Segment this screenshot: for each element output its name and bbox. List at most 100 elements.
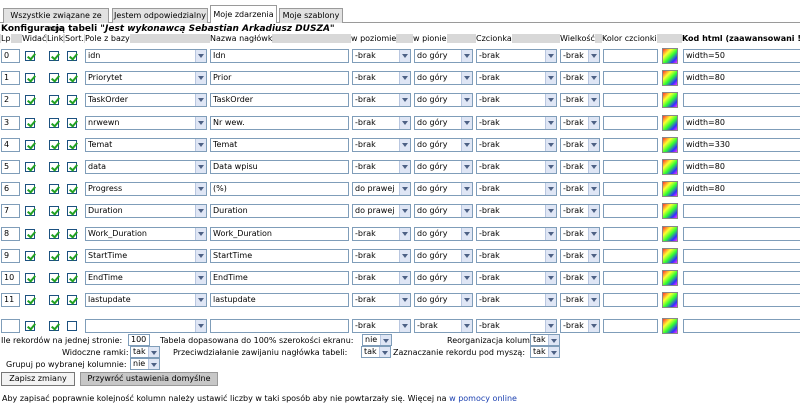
halign-select[interactable]: -brak (352, 93, 411, 107)
sort-checkbox[interactable] (67, 162, 77, 172)
size-select[interactable]: -brak (560, 71, 600, 85)
halign-select[interactable]: -brak (352, 293, 411, 307)
halign-select[interactable]: -brak (352, 249, 411, 263)
size-select[interactable]: -brak (560, 249, 600, 263)
save-button[interactable]: Zapisz zmiany (1, 372, 75, 386)
font-select[interactable]: -brak (476, 49, 557, 63)
font-select[interactable]: -brak (476, 249, 557, 263)
link-checkbox[interactable] (49, 95, 59, 105)
restore-defaults-button[interactable]: Przywróć ustawienia domyślne (80, 372, 218, 386)
sort-checkbox[interactable] (67, 95, 77, 105)
html-code-input[interactable] (683, 204, 800, 218)
font-select[interactable]: -brak (476, 204, 557, 218)
halign-select[interactable]: -brak (352, 319, 411, 333)
sort-checkbox[interactable] (67, 295, 77, 305)
size-select[interactable]: -brak (560, 116, 600, 130)
color-picker-icon[interactable] (662, 203, 678, 219)
font-select[interactable]: -brak (476, 271, 557, 285)
html-code-input[interactable] (683, 93, 800, 107)
html-code-input[interactable] (683, 271, 800, 285)
color-picker-icon[interactable] (662, 318, 678, 334)
link-checkbox[interactable] (49, 118, 59, 128)
color-input[interactable] (603, 319, 658, 333)
link-checkbox[interactable] (49, 273, 59, 283)
valign-select[interactable]: do góry (414, 49, 473, 63)
tab-jestem-odpowiedzialny[interactable]: Jestem odpowiedzialny (112, 8, 208, 23)
highlight-select[interactable]: tak (530, 346, 560, 358)
size-select[interactable]: -brak (560, 204, 600, 218)
color-input[interactable] (603, 93, 658, 107)
visible-checkbox[interactable] (25, 118, 35, 128)
valign-select[interactable]: do góry (414, 160, 473, 174)
color-picker-icon[interactable] (662, 137, 678, 153)
color-input[interactable] (603, 204, 658, 218)
lp-input[interactable]: 10 (1, 271, 20, 285)
header-name-input[interactable]: Duration (210, 204, 349, 218)
color-input[interactable] (603, 293, 658, 307)
sort-checkbox[interactable] (67, 321, 77, 331)
font-select[interactable]: -brak (476, 227, 557, 241)
sort-checkbox[interactable] (67, 184, 77, 194)
link-checkbox[interactable] (49, 321, 59, 331)
field-select[interactable]: lastupdate (85, 293, 207, 307)
lp-input[interactable]: 3 (1, 116, 20, 130)
field-select[interactable]: data (85, 160, 207, 174)
visible-checkbox[interactable] (25, 295, 35, 305)
visible-checkbox[interactable] (25, 51, 35, 61)
halign-select[interactable]: do prawej (352, 204, 411, 218)
size-select[interactable]: -brak (560, 93, 600, 107)
font-select[interactable]: -brak (476, 160, 557, 174)
color-picker-icon[interactable] (662, 92, 678, 108)
valign-select[interactable]: do góry (414, 182, 473, 196)
html-code-input[interactable]: width=50 (683, 49, 800, 63)
valign-select[interactable]: -brak (414, 319, 473, 333)
field-select[interactable]: Progress (85, 182, 207, 196)
header-name-input[interactable] (210, 319, 349, 333)
group-select[interactable]: nie (130, 358, 160, 370)
font-select[interactable]: -brak (476, 182, 557, 196)
color-picker-icon[interactable] (662, 226, 678, 242)
halign-select[interactable]: do prawej (352, 182, 411, 196)
lp-input[interactable]: 9 (1, 249, 20, 263)
color-input[interactable] (603, 116, 658, 130)
halign-select[interactable]: -brak (352, 71, 411, 85)
link-checkbox[interactable] (49, 140, 59, 150)
size-select[interactable]: -brak (560, 160, 600, 174)
link-checkbox[interactable] (49, 162, 59, 172)
color-input[interactable] (603, 138, 658, 152)
lp-input[interactable]: 0 (1, 49, 20, 63)
html-code-input[interactable] (683, 319, 800, 333)
html-code-input[interactable]: width=80 (683, 160, 800, 174)
header-name-input[interactable]: TaskOrder (210, 93, 349, 107)
font-select[interactable]: -brak (476, 93, 557, 107)
sort-checkbox[interactable] (67, 229, 77, 239)
lp-input[interactable] (1, 319, 20, 333)
color-input[interactable] (603, 227, 658, 241)
sort-checkbox[interactable] (67, 273, 77, 283)
lp-input[interactable]: 11 (1, 293, 20, 307)
sort-checkbox[interactable] (67, 140, 77, 150)
visible-checkbox[interactable] (25, 184, 35, 194)
sort-checkbox[interactable] (67, 118, 77, 128)
header-name-input[interactable]: Prior (210, 71, 349, 85)
valign-select[interactable]: do góry (414, 249, 473, 263)
color-input[interactable] (603, 182, 658, 196)
link-checkbox[interactable] (49, 184, 59, 194)
color-picker-icon[interactable] (662, 115, 678, 131)
header-name-input[interactable]: lastupdate (210, 293, 349, 307)
visible-checkbox[interactable] (25, 321, 35, 331)
field-select[interactable]: Work_Duration (85, 227, 207, 241)
field-select[interactable]: nrwewn (85, 116, 207, 130)
color-picker-icon[interactable] (662, 159, 678, 175)
link-checkbox[interactable] (49, 73, 59, 83)
size-select[interactable]: -brak (560, 319, 600, 333)
link-checkbox[interactable] (49, 51, 59, 61)
color-picker-icon[interactable] (662, 270, 678, 286)
header-name-input[interactable]: Idn (210, 49, 349, 63)
sort-checkbox[interactable] (67, 73, 77, 83)
size-select[interactable]: -brak (560, 227, 600, 241)
link-checkbox[interactable] (49, 229, 59, 239)
halign-select[interactable]: -brak (352, 271, 411, 285)
color-input[interactable] (603, 271, 658, 285)
valign-select[interactable]: do góry (414, 71, 473, 85)
